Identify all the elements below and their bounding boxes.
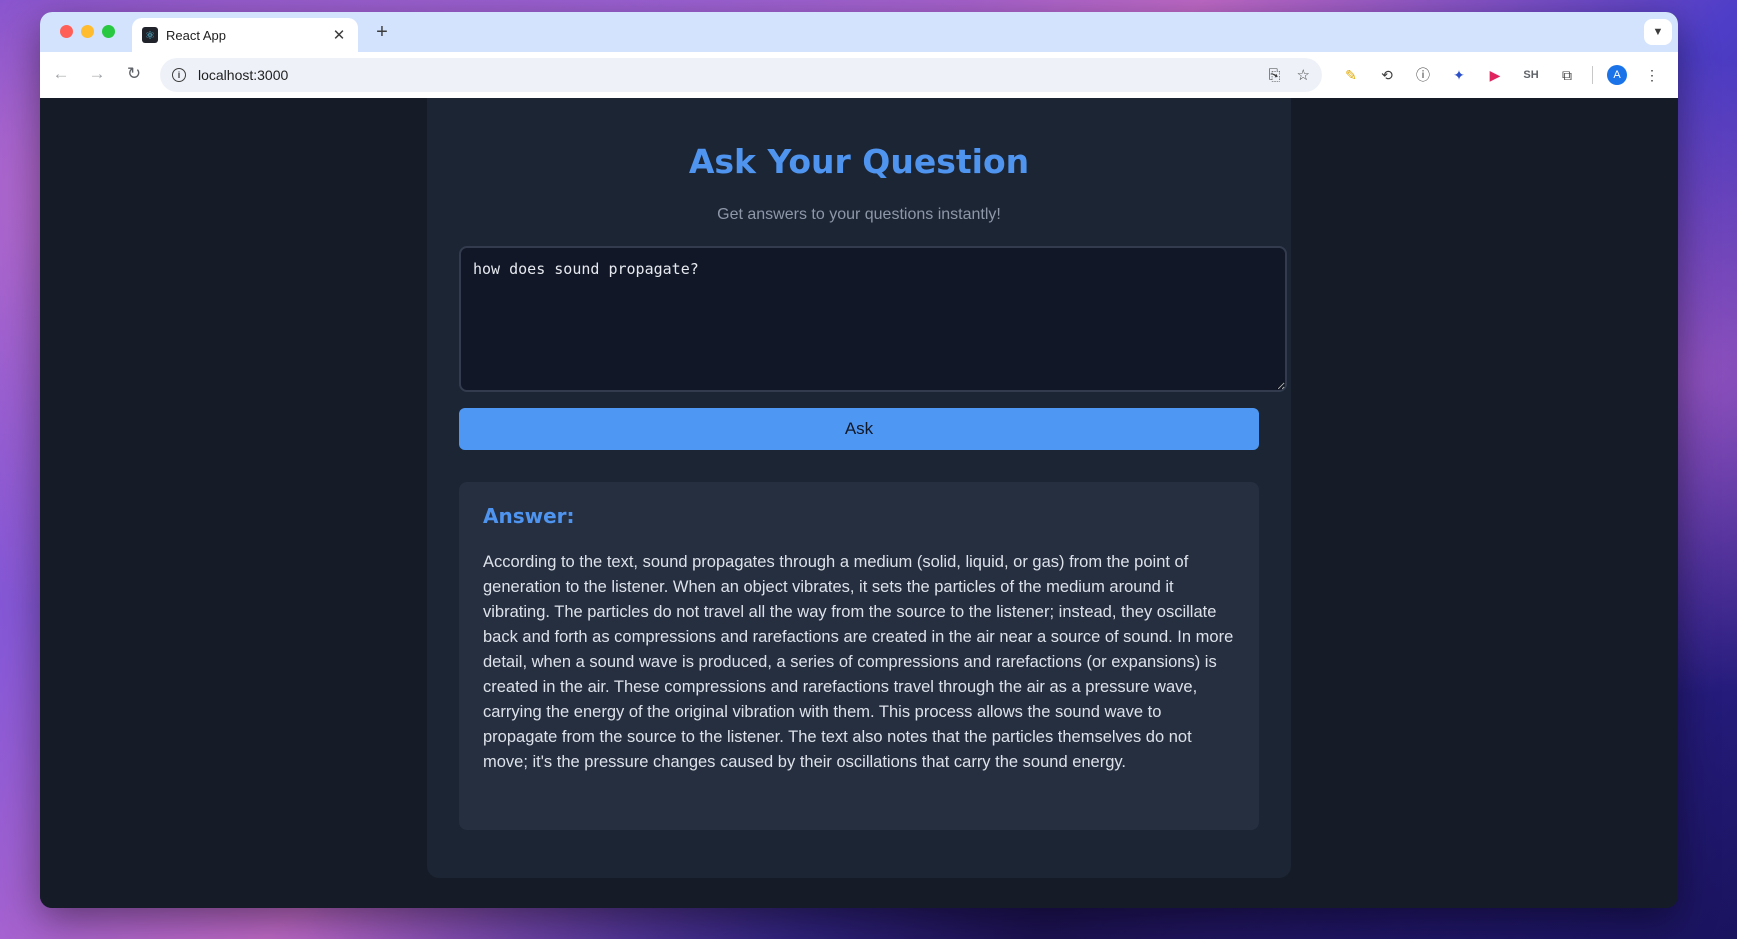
question-input[interactable]: how does sound propagate?: [459, 246, 1287, 392]
dropbox-extension-icon[interactable]: ✦: [1448, 64, 1470, 86]
highlighter-extension-icon[interactable]: ✎: [1340, 64, 1362, 86]
answer-panel: Answer: According to the text, sound pro…: [459, 482, 1259, 830]
question-card: Ask Your Question Get answers to your qu…: [427, 98, 1291, 878]
tab-close-icon[interactable]: ✕: [330, 26, 348, 44]
ask-button[interactable]: Ask: [459, 408, 1259, 450]
new-tab-icon[interactable]: +: [370, 21, 394, 44]
react-icon: ⚛: [142, 27, 158, 43]
profile-avatar[interactable]: A: [1607, 65, 1627, 85]
page-viewport: Ask Your Question Get answers to your qu…: [40, 98, 1678, 908]
answer-text: According to the text, sound propagates …: [483, 553, 1234, 771]
tab-search-chevron-icon[interactable]: ▼: [1644, 19, 1672, 45]
minimize-window-button[interactable]: [81, 25, 94, 38]
more-menu-icon[interactable]: ⋮: [1641, 64, 1663, 86]
tab-strip: ⚛ React App ✕ + ▼: [40, 12, 1678, 52]
forward-arrow-icon[interactable]: →: [86, 64, 108, 84]
maximize-window-button[interactable]: [102, 25, 115, 38]
sh-extension-icon[interactable]: SH: [1520, 64, 1542, 86]
play-extension-icon[interactable]: ▶: [1484, 64, 1506, 86]
url-text[interactable]: localhost:3000: [198, 67, 1253, 83]
tab-title: React App: [166, 27, 226, 43]
toolbar-divider: [1592, 66, 1593, 84]
puzzle-extensions-icon[interactable]: ⧉: [1556, 64, 1578, 86]
close-window-button[interactable]: [60, 25, 73, 38]
reload-icon[interactable]: ↻: [123, 64, 145, 84]
browser-window: ⚛ React App ✕ + ▼ ← → ↻ i localhost:3000…: [40, 12, 1678, 908]
browser-toolbar: ← → ↻ i localhost:3000 ⎘ ☆ ✎ ⟲ ⓘ ✦ ▶ SH …: [40, 52, 1678, 98]
window-controls: [60, 25, 115, 38]
back-arrow-icon[interactable]: ←: [50, 64, 72, 84]
code-extension-icon[interactable]: ⓘ: [1412, 64, 1434, 86]
bookmark-star-icon[interactable]: ☆: [1297, 66, 1310, 84]
page-subtitle: Get answers to your questions instantly!: [717, 206, 1001, 223]
address-bar[interactable]: i localhost:3000 ⎘ ☆: [160, 58, 1322, 92]
page-title: Ask Your Question: [688, 142, 1030, 181]
extensions-bar: ✎ ⟲ ⓘ ✦ ▶ SH ⧉ A ⋮: [1340, 64, 1663, 86]
answer-heading: Answer:: [483, 504, 575, 528]
tab-react-app[interactable]: ⚛ React App ✕: [132, 18, 358, 52]
site-info-icon[interactable]: i: [172, 68, 186, 82]
sync-off-extension-icon[interactable]: ⟲: [1376, 64, 1398, 86]
install-app-icon[interactable]: ⎘: [1269, 67, 1281, 84]
